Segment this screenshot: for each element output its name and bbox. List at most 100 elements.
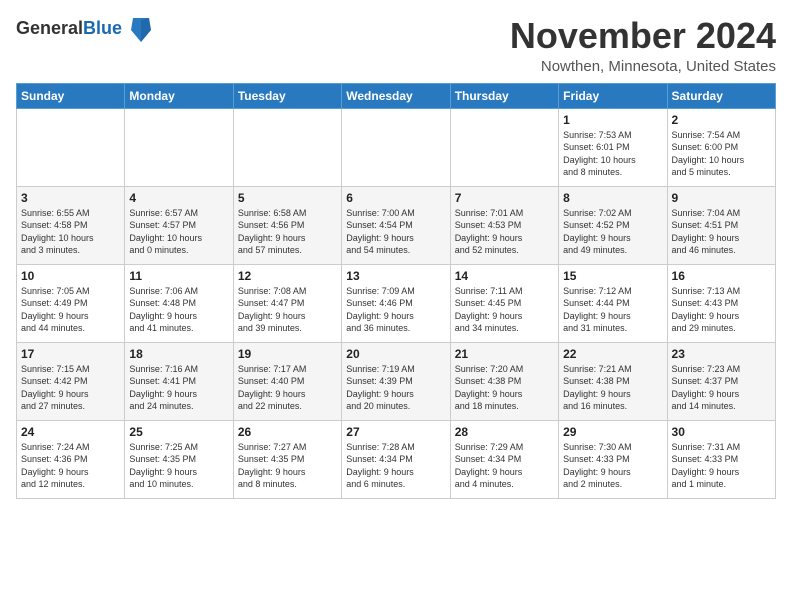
day-info: Sunrise: 7:20 AM Sunset: 4:38 PM Dayligh… <box>455 363 554 413</box>
day-number: 19 <box>238 347 337 361</box>
page: GeneralBlue November 2024 Nowthen, Minne… <box>0 0 792 509</box>
week-row-2: 3 Sunrise: 6:55 AM Sunset: 4:58 PM Daylig… <box>17 186 776 264</box>
day-info: Sunrise: 7:23 AM Sunset: 4:37 PM Dayligh… <box>672 363 771 413</box>
calendar-header-row: Sunday Monday Tuesday Wednesday Thursday… <box>17 83 776 108</box>
month-title: November 2024 <box>510 16 776 56</box>
cell-3-3: 20Sunrise: 7:19 AM Sunset: 4:39 PM Dayli… <box>342 342 450 420</box>
col-thursday: Thursday <box>450 83 558 108</box>
cell-0-1 <box>125 108 233 186</box>
logo-general: General <box>16 18 83 38</box>
cell-0-3 <box>342 108 450 186</box>
day-number: 12 <box>238 269 337 283</box>
cell-2-4: 14Sunrise: 7:11 AM Sunset: 4:45 PM Dayli… <box>450 264 558 342</box>
day-info: Sunrise: 7:00 AM Sunset: 4:54 PM Dayligh… <box>346 207 445 257</box>
col-friday: Friday <box>559 83 667 108</box>
day-number: 22 <box>563 347 662 361</box>
day-info: Sunrise: 7:13 AM Sunset: 4:43 PM Dayligh… <box>672 285 771 335</box>
week-row-1: 1 Sunrise: 7:53 AM Sunset: 6:01 PM Daylig… <box>17 108 776 186</box>
day-number: 25 <box>129 425 228 439</box>
cell-4-4: 28 Sunrise: 7:29 AM Sunset: 4:34 PM Dayli… <box>450 420 558 498</box>
header: GeneralBlue November 2024 Nowthen, Minne… <box>16 16 776 75</box>
cell-3-0: 17Sunrise: 7:15 AM Sunset: 4:42 PM Dayli… <box>17 342 125 420</box>
day-number: 28 <box>455 425 554 439</box>
cell-2-3: 13Sunrise: 7:09 AM Sunset: 4:46 PM Dayli… <box>342 264 450 342</box>
cell-3-2: 19 Sunrise: 7:17 AM Sunset: 4:40 PM Dayli… <box>233 342 341 420</box>
logo-blue: Blue <box>83 18 122 38</box>
day-info: Sunrise: 7:15 AM Sunset: 4:42 PM Dayligh… <box>21 363 120 413</box>
col-tuesday: Tuesday <box>233 83 341 108</box>
col-monday: Monday <box>125 83 233 108</box>
location-title: Nowthen, Minnesota, United States <box>510 58 776 75</box>
title-block: November 2024 Nowthen, Minnesota, United… <box>510 16 776 75</box>
day-info: Sunrise: 6:55 AM Sunset: 4:58 PM Dayligh… <box>21 207 120 257</box>
day-number: 24 <box>21 425 120 439</box>
day-info: Sunrise: 7:27 AM Sunset: 4:35 PM Dayligh… <box>238 441 337 491</box>
cell-4-5: 29Sunrise: 7:30 AM Sunset: 4:33 PM Dayli… <box>559 420 667 498</box>
cell-3-6: 23Sunrise: 7:23 AM Sunset: 4:37 PM Dayli… <box>667 342 775 420</box>
cell-3-1: 18Sunrise: 7:16 AM Sunset: 4:41 PM Dayli… <box>125 342 233 420</box>
cell-0-0 <box>17 108 125 186</box>
day-info: Sunrise: 7:05 AM Sunset: 4:49 PM Dayligh… <box>21 285 120 335</box>
day-info: Sunrise: 7:54 AM Sunset: 6:00 PM Dayligh… <box>672 129 771 179</box>
cell-0-4 <box>450 108 558 186</box>
cell-1-6: 9Sunrise: 7:04 AM Sunset: 4:51 PM Daylig… <box>667 186 775 264</box>
day-info: Sunrise: 7:08 AM Sunset: 4:47 PM Dayligh… <box>238 285 337 335</box>
cell-4-3: 27 Sunrise: 7:28 AM Sunset: 4:34 PM Dayli… <box>342 420 450 498</box>
day-info: Sunrise: 7:09 AM Sunset: 4:46 PM Dayligh… <box>346 285 445 335</box>
day-number: 3 <box>21 191 120 205</box>
cell-1-2: 5 Sunrise: 6:58 AM Sunset: 4:56 PM Daylig… <box>233 186 341 264</box>
day-number: 16 <box>672 269 771 283</box>
col-wednesday: Wednesday <box>342 83 450 108</box>
cell-1-0: 3 Sunrise: 6:55 AM Sunset: 4:58 PM Daylig… <box>17 186 125 264</box>
day-number: 27 <box>346 425 445 439</box>
col-sunday: Sunday <box>17 83 125 108</box>
day-number: 6 <box>346 191 445 205</box>
day-number: 7 <box>455 191 554 205</box>
logo-icon <box>129 16 153 44</box>
day-info: Sunrise: 7:28 AM Sunset: 4:34 PM Dayligh… <box>346 441 445 491</box>
day-info: Sunrise: 7:06 AM Sunset: 4:48 PM Dayligh… <box>129 285 228 335</box>
cell-2-6: 16 Sunrise: 7:13 AM Sunset: 4:43 PM Dayli… <box>667 264 775 342</box>
cell-4-6: 30Sunrise: 7:31 AM Sunset: 4:33 PM Dayli… <box>667 420 775 498</box>
day-info: Sunrise: 7:29 AM Sunset: 4:34 PM Dayligh… <box>455 441 554 491</box>
day-number: 30 <box>672 425 771 439</box>
day-number: 29 <box>563 425 662 439</box>
day-info: Sunrise: 6:58 AM Sunset: 4:56 PM Dayligh… <box>238 207 337 257</box>
day-info: Sunrise: 7:21 AM Sunset: 4:38 PM Dayligh… <box>563 363 662 413</box>
day-number: 1 <box>563 113 662 127</box>
cell-3-5: 22 Sunrise: 7:21 AM Sunset: 4:38 PM Dayli… <box>559 342 667 420</box>
day-number: 9 <box>672 191 771 205</box>
cell-0-6: 2 Sunrise: 7:54 AM Sunset: 6:00 PM Daylig… <box>667 108 775 186</box>
day-info: Sunrise: 7:17 AM Sunset: 4:40 PM Dayligh… <box>238 363 337 413</box>
day-number: 11 <box>129 269 228 283</box>
day-info: Sunrise: 7:16 AM Sunset: 4:41 PM Dayligh… <box>129 363 228 413</box>
day-number: 10 <box>21 269 120 283</box>
cell-2-1: 11 Sunrise: 7:06 AM Sunset: 4:48 PM Dayli… <box>125 264 233 342</box>
day-number: 15 <box>563 269 662 283</box>
cell-1-5: 8 Sunrise: 7:02 AM Sunset: 4:52 PM Daylig… <box>559 186 667 264</box>
cell-3-4: 21Sunrise: 7:20 AM Sunset: 4:38 PM Dayli… <box>450 342 558 420</box>
calendar-table: Sunday Monday Tuesday Wednesday Thursday… <box>16 83 776 499</box>
cell-0-5: 1 Sunrise: 7:53 AM Sunset: 6:01 PM Daylig… <box>559 108 667 186</box>
day-info: Sunrise: 7:19 AM Sunset: 4:39 PM Dayligh… <box>346 363 445 413</box>
cell-1-3: 6 Sunrise: 7:00 AM Sunset: 4:54 PM Daylig… <box>342 186 450 264</box>
day-number: 14 <box>455 269 554 283</box>
day-info: Sunrise: 7:01 AM Sunset: 4:53 PM Dayligh… <box>455 207 554 257</box>
cell-4-0: 24 Sunrise: 7:24 AM Sunset: 4:36 PM Dayli… <box>17 420 125 498</box>
logo: GeneralBlue <box>16 16 153 44</box>
cell-1-4: 7 Sunrise: 7:01 AM Sunset: 4:53 PM Daylig… <box>450 186 558 264</box>
cell-4-1: 25 Sunrise: 7:25 AM Sunset: 4:35 PM Dayli… <box>125 420 233 498</box>
day-info: Sunrise: 7:24 AM Sunset: 4:36 PM Dayligh… <box>21 441 120 491</box>
cell-4-2: 26Sunrise: 7:27 AM Sunset: 4:35 PM Dayli… <box>233 420 341 498</box>
day-info: Sunrise: 7:53 AM Sunset: 6:01 PM Dayligh… <box>563 129 662 179</box>
day-number: 2 <box>672 113 771 127</box>
day-number: 8 <box>563 191 662 205</box>
cell-2-2: 12 Sunrise: 7:08 AM Sunset: 4:47 PM Dayli… <box>233 264 341 342</box>
col-saturday: Saturday <box>667 83 775 108</box>
day-number: 5 <box>238 191 337 205</box>
week-row-3: 10 Sunrise: 7:05 AM Sunset: 4:49 PM Dayli… <box>17 264 776 342</box>
day-info: Sunrise: 7:25 AM Sunset: 4:35 PM Dayligh… <box>129 441 228 491</box>
day-info: Sunrise: 7:02 AM Sunset: 4:52 PM Dayligh… <box>563 207 662 257</box>
day-number: 4 <box>129 191 228 205</box>
cell-1-1: 4Sunrise: 6:57 AM Sunset: 4:57 PM Daylig… <box>125 186 233 264</box>
